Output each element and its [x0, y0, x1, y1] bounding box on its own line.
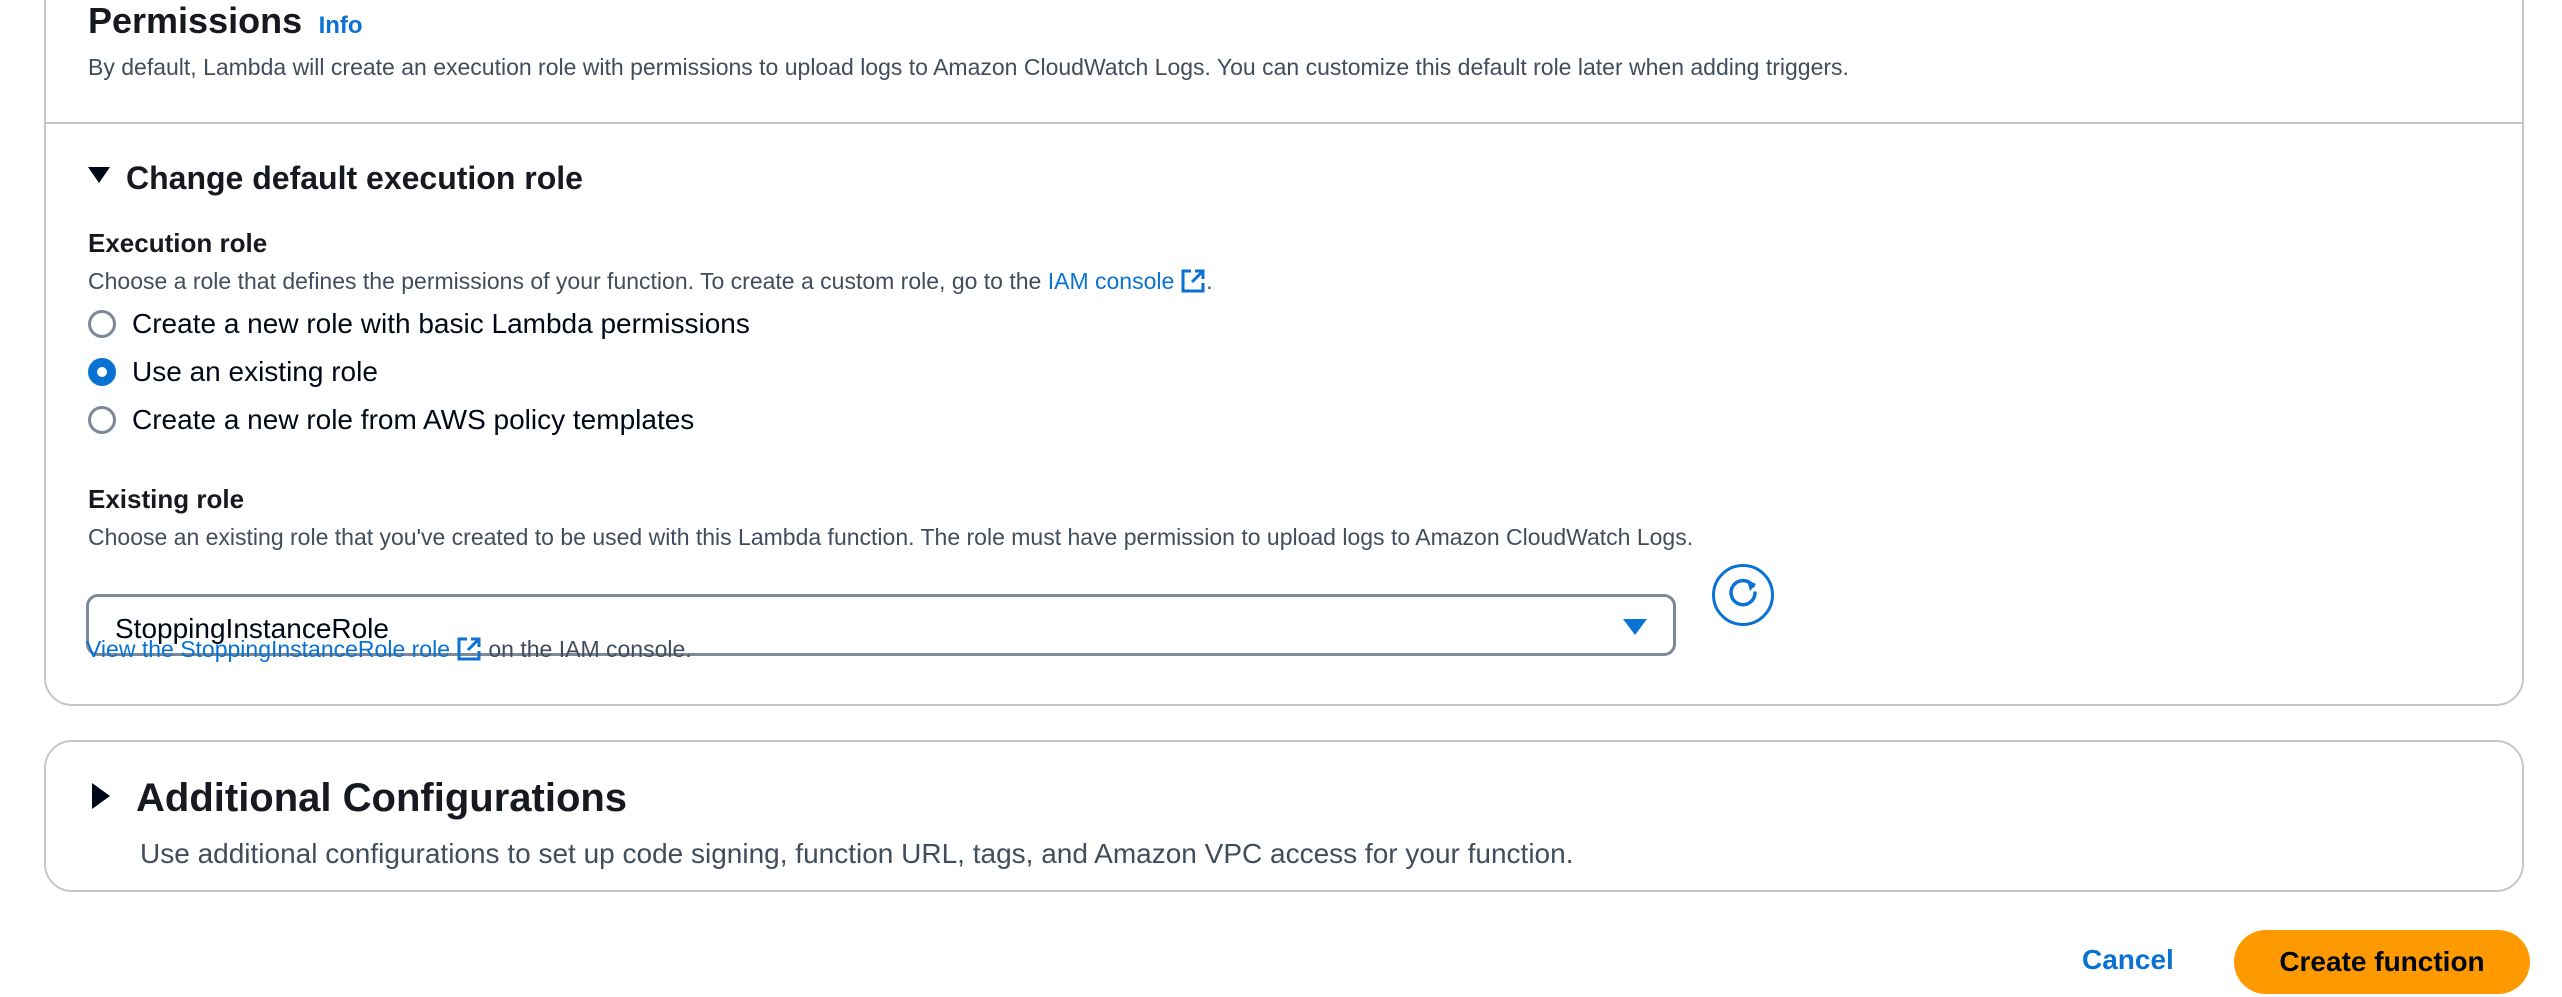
section-divider — [46, 122, 2522, 124]
create-function-button[interactable]: Create function — [2234, 930, 2530, 994]
expander-label: Change default execution role — [126, 160, 583, 196]
radio-label: Create a new role with basic Lambda perm… — [132, 308, 750, 339]
iam-console-link[interactable]: IAM console — [1048, 268, 1175, 294]
execution-role-description-text: Choose a role that defines the permissio… — [88, 268, 1048, 294]
additional-configurations-description: Use additional configurations to set up … — [140, 838, 1574, 869]
execution-role-radio-group: Create a new role with basic Lambda perm… — [88, 308, 750, 436]
existing-role-label: Existing role — [88, 484, 245, 514]
radio-option-basic-role[interactable]: Create a new role with basic Lambda perm… — [88, 308, 750, 340]
radio-button[interactable] — [88, 310, 116, 338]
chevron-down-icon — [1623, 619, 1647, 635]
radio-option-policy-templates[interactable]: Create a new role from AWS policy templa… — [88, 404, 750, 436]
change-execution-role-expander[interactable]: Change default execution role — [88, 160, 583, 197]
permissions-header: Permissions Info — [88, 0, 363, 42]
additional-configurations-expander[interactable]: Additional Configurations — [92, 776, 627, 821]
radio-button[interactable] — [88, 406, 116, 434]
execution-role-description: Choose a role that defines the permissio… — [88, 268, 1213, 295]
view-role-suffix: on the IAM console. — [488, 636, 692, 662]
permissions-title: Permissions — [88, 0, 303, 41]
radio-option-existing-role[interactable]: Use an existing role — [88, 356, 750, 388]
description-suffix: . — [1206, 268, 1213, 294]
cancel-button[interactable]: Cancel — [2082, 944, 2174, 976]
permissions-description: By default, Lambda will create an execut… — [88, 54, 1849, 80]
radio-button-selected[interactable] — [88, 358, 116, 386]
execution-role-label: Execution role — [88, 228, 268, 258]
external-link-icon — [456, 636, 482, 662]
permissions-info-link[interactable]: Info — [319, 12, 363, 39]
existing-role-description: Choose an existing role that you've crea… — [88, 524, 1694, 550]
refresh-icon — [1726, 576, 1760, 615]
external-link-icon — [1180, 268, 1206, 294]
radio-label: Create a new role from AWS policy templa… — [132, 404, 695, 435]
caret-down-icon — [88, 167, 110, 190]
refresh-button[interactable] — [1712, 564, 1774, 626]
caret-right-icon — [92, 783, 112, 814]
additional-configurations-panel: Additional Configurations Use additional… — [44, 740, 2524, 892]
radio-label: Use an existing role — [132, 356, 378, 387]
additional-configurations-title: Additional Configurations — [136, 776, 628, 820]
view-role-link[interactable]: View the StoppingInstanceRole role — [86, 636, 450, 662]
view-role-line: View the StoppingInstanceRole role on th… — [86, 636, 692, 663]
